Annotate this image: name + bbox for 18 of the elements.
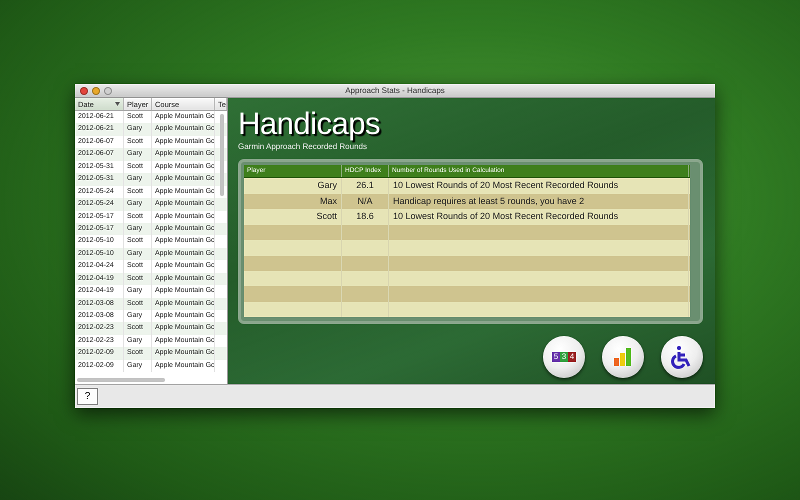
close-button[interactable] xyxy=(80,86,88,94)
window-title: Approach Stats - Handicaps xyxy=(345,86,445,95)
horizontal-scrollbar[interactable] xyxy=(77,378,165,382)
chart-ball-button[interactable] xyxy=(602,336,644,378)
vertical-scrollbar[interactable] xyxy=(220,114,224,196)
minimize-button[interactable] xyxy=(92,86,100,94)
page-subtitle: Garmin Approach Recorded Rounds xyxy=(238,142,367,151)
score-digit: 3 xyxy=(560,352,568,362)
sort-down-icon xyxy=(115,102,120,106)
wheelchair-ball-button[interactable] xyxy=(661,336,703,378)
score-digit: 5 xyxy=(552,352,560,362)
page-title: Handicaps xyxy=(238,106,380,142)
score-digit: 4 xyxy=(568,352,576,362)
zoom-button[interactable] xyxy=(104,86,112,94)
scorecard-ball-button[interactable]: 5 3 4 xyxy=(543,336,585,378)
wheelchair-icon xyxy=(671,345,693,369)
bar-chart-icon xyxy=(613,347,633,367)
help-button[interactable]: ? xyxy=(77,388,98,405)
